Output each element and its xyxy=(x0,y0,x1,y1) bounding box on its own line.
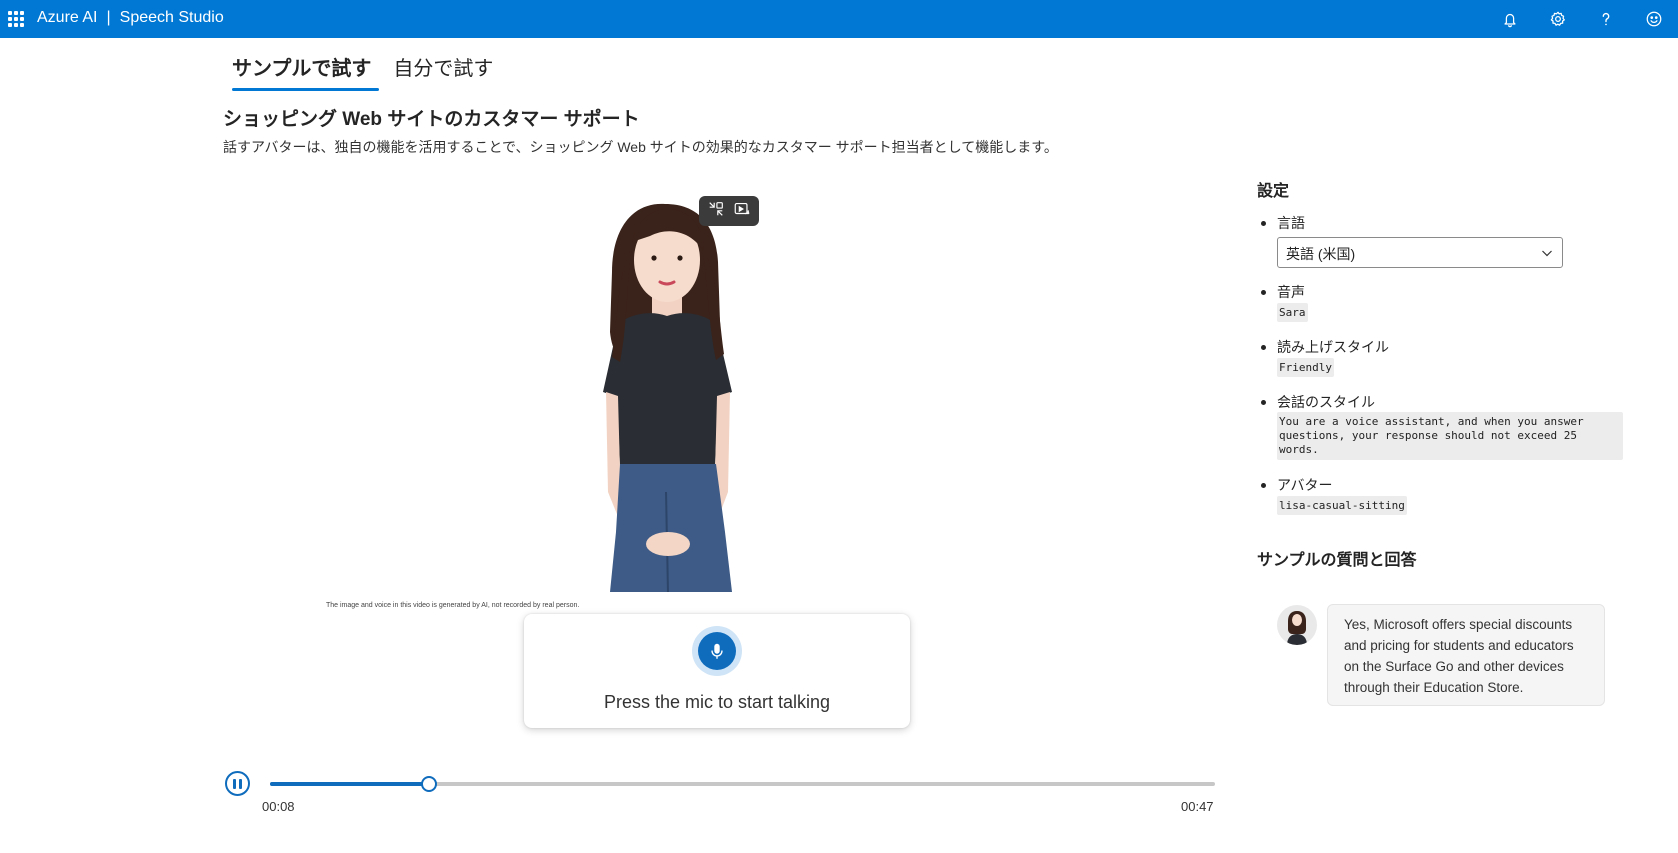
progress-slider[interactable] xyxy=(270,776,1215,792)
gear-icon[interactable] xyxy=(1534,0,1582,38)
bullet xyxy=(1261,290,1266,295)
language-label: 言語 xyxy=(1277,215,1305,231)
feedback-smiley-icon[interactable] xyxy=(1630,0,1678,38)
language-dropdown[interactable]: 英語 (米国) xyxy=(1277,237,1563,268)
apps-grid-icon[interactable] xyxy=(8,11,24,27)
pause-icon-bar xyxy=(239,778,242,789)
tab-try-yourself[interactable]: 自分で試す xyxy=(385,50,501,89)
avatar-label: アバター xyxy=(1277,477,1333,493)
picture-in-picture-icon[interactable] xyxy=(733,200,751,223)
progress-thumb[interactable] xyxy=(420,776,437,792)
conversation-style-label: 会話のスタイル xyxy=(1277,394,1375,410)
speaking-style-value: Friendly xyxy=(1277,358,1334,377)
bullet xyxy=(1261,345,1266,350)
mic-prompt: Press the mic to start talking xyxy=(603,692,831,712)
settings-heading: 設定 xyxy=(1257,183,1290,200)
exit-fullscreen-icon[interactable] xyxy=(707,200,725,223)
bullet xyxy=(1261,483,1266,488)
mic-button[interactable] xyxy=(698,632,736,670)
speaking-style-label: 読み上げスタイル xyxy=(1277,339,1389,355)
ai-disclaimer: The image and voice in this video is gen… xyxy=(326,602,580,609)
voice-label: 音声 xyxy=(1277,284,1305,300)
mic-card: Press the mic to start talking xyxy=(524,614,910,728)
help-icon[interactable] xyxy=(1582,0,1630,38)
qa-answer-bubble: Yes, Microsoft offers special discounts … xyxy=(1327,604,1605,706)
page-title: ショッピング Web サイトのカスタマー サポート xyxy=(223,109,640,130)
app-title[interactable]: Azure AI | Speech Studio xyxy=(37,9,224,27)
current-time: 00:08 xyxy=(262,799,295,814)
qa-heading: サンプルの質問と回答 xyxy=(1257,552,1417,569)
avatar-image xyxy=(603,203,732,593)
bell-icon[interactable] xyxy=(1486,0,1534,38)
conversation-style-value: You are a voice assistant, and when you … xyxy=(1277,412,1623,460)
page-description: 話すアバターは、独自の機能を活用することで、ショッピング Web サイトの効果的… xyxy=(223,139,1058,155)
video-controls xyxy=(699,196,759,226)
mic-icon xyxy=(711,643,723,659)
mic-button-ring xyxy=(692,626,742,676)
chevron-down-icon xyxy=(1542,250,1552,257)
top-bar: Azure AI | Speech Studio xyxy=(0,0,1678,38)
language-value: 英語 (米国) xyxy=(1286,246,1356,262)
tab-list: サンプルで試す 自分で試す xyxy=(224,50,501,91)
voice-value: Sara xyxy=(1277,303,1308,322)
tab-try-sample[interactable]: サンプルで試す xyxy=(224,50,380,91)
avatar-value: lisa-casual-sitting xyxy=(1277,496,1407,515)
avatar xyxy=(1277,605,1317,645)
pause-button[interactable] xyxy=(225,771,250,796)
brand-name: Azure AI xyxy=(37,9,98,26)
avatar-video[interactable] xyxy=(320,192,830,614)
brand-separator: | xyxy=(106,9,111,26)
header-actions xyxy=(1486,0,1678,38)
duration-time: 00:47 xyxy=(1181,799,1214,814)
progress-fill xyxy=(270,782,429,786)
bullet xyxy=(1261,221,1266,226)
bullet xyxy=(1261,400,1266,405)
product-name: Speech Studio xyxy=(119,9,224,26)
pause-icon xyxy=(233,778,236,789)
